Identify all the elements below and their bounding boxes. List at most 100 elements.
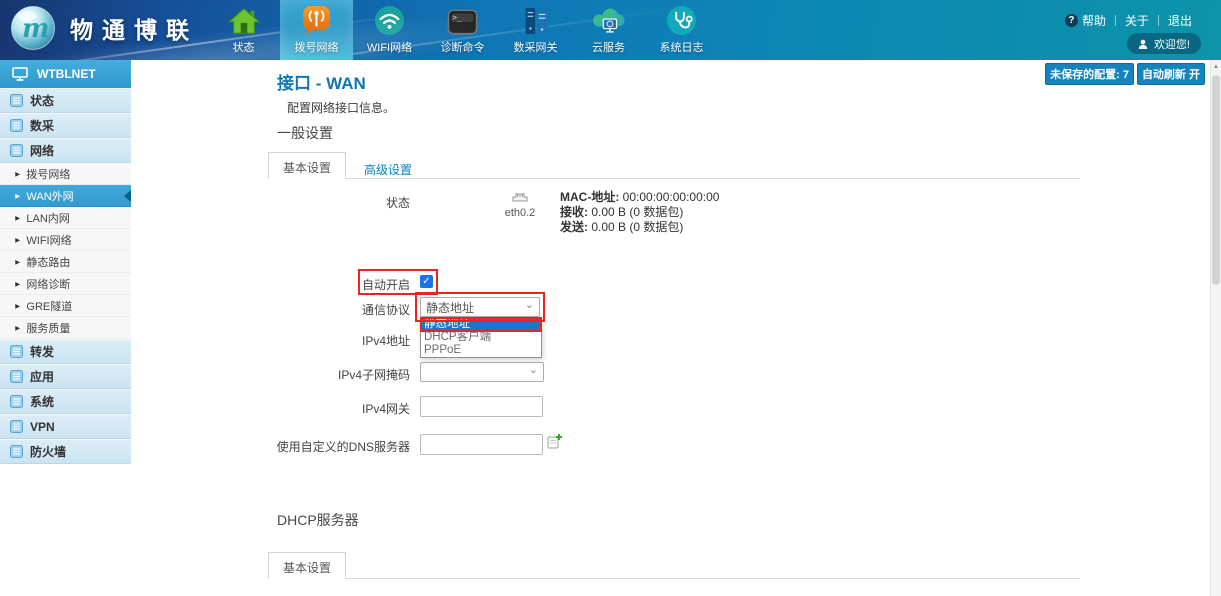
router-admin-page: m 物通博联 状态 (0, 0, 1221, 596)
page-subtitle: 配置网络接口信息。 (287, 99, 395, 116)
help-label: 帮助 (1082, 12, 1106, 29)
nav-item-wifi-network[interactable]: WIFI网络 (353, 0, 426, 60)
gateway-input[interactable] (420, 396, 543, 417)
netmask-field-label: IPv4子网掩码 (240, 366, 410, 383)
unsaved-changes-badge[interactable]: 未保存的配置: 7 (1045, 63, 1134, 85)
nav-item-diagnostic-command[interactable]: >_ 诊断命令 (426, 0, 499, 60)
status-field-label: 状态 (240, 194, 410, 211)
sidebar-item-label: 数采 (30, 117, 54, 134)
dropdown-option-pppoe[interactable]: PPPoE (421, 344, 541, 357)
tab-basic-settings[interactable]: 基本设置 (268, 152, 346, 179)
nav-item-cloud-service[interactable]: 云服务 (572, 0, 645, 60)
list-icon (10, 395, 23, 408)
sidebar-item-forwarding[interactable]: 转发 (0, 339, 131, 364)
sidebar-subitem-dial-network[interactable]: ▶ 拨号网络 (0, 163, 131, 185)
sidebar-item-label: 静态路由 (26, 254, 70, 270)
sidebar-subitem-static-route[interactable]: ▶ 静态路由 (0, 251, 131, 273)
submenu-arrow-icon: ▶ (15, 258, 20, 265)
protocol-dropdown-list: 静态地址 DHCP客户端 PPPoE (420, 317, 542, 358)
nav-item-dial-network[interactable]: 拨号网络 (280, 0, 353, 60)
tx-line: 发送: 0.00 B (0 数据包) (560, 220, 719, 235)
wifi-icon (374, 3, 405, 36)
protocol-select[interactable]: 静态地址 ⌄ (420, 297, 540, 317)
sidebar-item-application[interactable]: 应用 (0, 364, 131, 389)
sidebar-item-system[interactable]: 系统 (0, 389, 131, 414)
submenu-arrow-icon: ▶ (15, 324, 20, 331)
monitor-icon (12, 67, 28, 81)
sidebar-subitem-qos[interactable]: ▶ 服务质量 (0, 317, 131, 339)
help-icon: ? (1065, 14, 1078, 27)
nav-label: 诊断命令 (441, 39, 485, 55)
dropdown-option-dhcp[interactable]: DHCP客户端 (421, 331, 541, 344)
nav-label: WIFI网络 (367, 39, 412, 55)
logout-link[interactable]: 退出 (1159, 12, 1201, 29)
list-icon (10, 144, 23, 157)
dropdown-option-static[interactable]: 静态地址 (421, 318, 541, 331)
netmask-select[interactable]: ⌄ (420, 362, 544, 382)
sidebar-item-label: WIFI网络 (26, 232, 71, 248)
nav-label: 数采网关 (514, 39, 558, 55)
submenu-arrow-icon: ▶ (15, 214, 20, 221)
ethernet-port-icon (510, 191, 530, 202)
nav-label: 云服务 (592, 39, 625, 55)
sidebar-subitem-lan[interactable]: ▶ LAN内网 (0, 207, 131, 229)
autostart-checkbox[interactable]: ✓ (420, 275, 433, 288)
auto-refresh-toggle[interactable]: 自动刷新 开 (1137, 63, 1205, 85)
mac-label: MAC-地址: (560, 190, 619, 204)
sidebar-item-label: VPN (30, 420, 55, 434)
vertical-scrollbar[interactable]: ▲ (1210, 60, 1221, 596)
sidebar-subitem-network-diagnosis[interactable]: ▶ 网络诊断 (0, 273, 131, 295)
add-entry-icon[interactable] (547, 433, 563, 449)
sidebar-item-status[interactable]: 状态 (0, 88, 131, 113)
sidebar-item-label: WAN外网 (26, 188, 73, 204)
submenu-arrow-icon: ▶ (15, 236, 20, 243)
rx-value: 0.00 B (0 数据包) (591, 205, 683, 219)
chevron-down-icon: ⌄ (529, 365, 538, 375)
sidebar-item-label: 网络诊断 (26, 276, 70, 292)
tx-value: 0.00 B (0 数据包) (591, 220, 683, 234)
sidebar-item-label: 网络 (30, 142, 54, 159)
user-icon (1138, 39, 1148, 49)
scrollbar-thumb[interactable] (1212, 75, 1220, 285)
dns-input[interactable] (420, 434, 543, 455)
nav-item-data-gateway[interactable]: 数采网关 (499, 0, 572, 60)
sidebar-item-firewall[interactable]: 防火墙 (0, 439, 131, 464)
sidebar-item-data-collection[interactable]: 数采 (0, 113, 131, 138)
tab-advanced-settings[interactable]: 高级设置 (346, 155, 430, 178)
scroll-up-arrow-icon[interactable]: ▲ (1211, 60, 1221, 73)
syslog-icon (666, 3, 697, 36)
interface-name: eth0.2 (494, 207, 546, 219)
general-settings-tabbar: 基本设置 高级设置 (268, 152, 1080, 179)
welcome-button[interactable]: 欢迎您! (1127, 33, 1201, 54)
sidebar: WTBLNET 状态 数采 (0, 60, 131, 464)
tab-dhcp-basic-settings[interactable]: 基本设置 (268, 552, 346, 579)
sidebar-item-label: 防火墙 (30, 443, 66, 460)
header-links: ? 帮助 关于 退出 (1056, 12, 1201, 29)
submenu-arrow-icon: ▶ (15, 192, 20, 199)
sidebar-subitem-wifi[interactable]: ▶ WIFI网络 (0, 229, 131, 251)
sidebar-subitem-gre-tunnel[interactable]: ▶ GRE隧道 (0, 295, 131, 317)
submenu-arrow-icon: ▶ (15, 170, 20, 177)
sidebar-item-label: 拨号网络 (26, 166, 70, 182)
chevron-down-icon: ⌄ (525, 300, 534, 310)
sidebar-item-vpn[interactable]: VPN (0, 414, 131, 439)
autostart-field-label: 自动开启 (240, 276, 410, 293)
cloud-icon (591, 3, 627, 36)
home-icon (228, 3, 260, 36)
help-link[interactable]: ? 帮助 (1056, 12, 1115, 29)
ipv4-field-label: IPv4地址 (240, 332, 410, 349)
nav-label: 状态 (233, 39, 255, 55)
tx-label: 发送: (560, 220, 588, 234)
list-icon (10, 445, 23, 458)
svg-text:>_: >_ (452, 13, 462, 22)
general-settings-heading: 一般设置 (277, 123, 333, 143)
sidebar-subitem-wan[interactable]: ▶ WAN外网 (0, 185, 131, 207)
interface-stats: MAC-地址: 00:00:00:00:00:00 接收: 0.00 B (0 … (560, 190, 719, 235)
sidebar-item-network[interactable]: 网络 (0, 138, 131, 163)
top-navigation: 状态 拨号网络 (207, 0, 718, 60)
mac-address-line: MAC-地址: 00:00:00:00:00:00 (560, 190, 719, 205)
sidebar-header-wtblnet[interactable]: WTBLNET (0, 60, 131, 88)
nav-item-system-log[interactable]: 系统日志 (645, 0, 718, 60)
about-link[interactable]: 关于 (1116, 12, 1158, 29)
nav-item-status[interactable]: 状态 (207, 0, 280, 60)
